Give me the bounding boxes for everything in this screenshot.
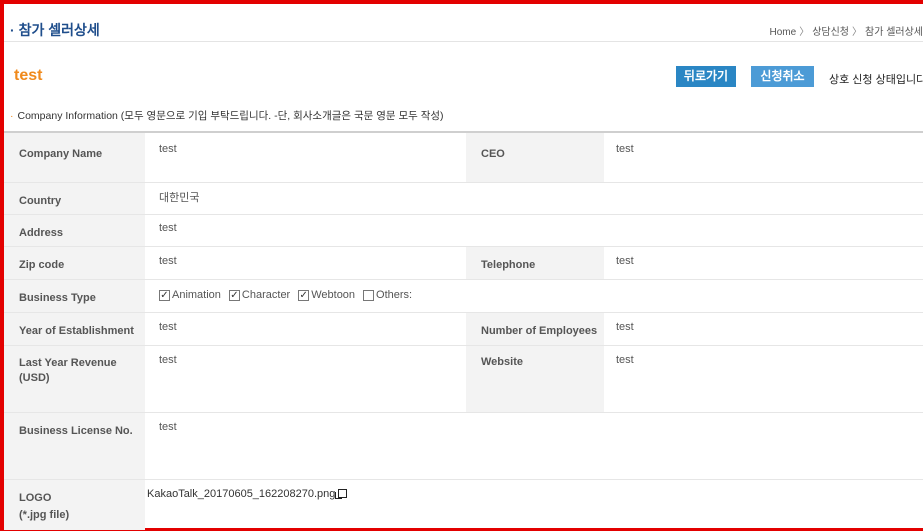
license-label: Business License No. xyxy=(4,413,145,479)
checkbox-unchecked-icon[interactable] xyxy=(363,289,375,301)
table-row: Year of Establishment test Number of Emp… xyxy=(4,313,923,346)
telephone-label: Telephone xyxy=(466,247,604,279)
checkbox-checked-icon[interactable]: ✓ xyxy=(159,289,170,301)
zip-code-value: test xyxy=(159,255,177,267)
company-info-table: Company Name test CEO test Country 대한민국 … xyxy=(4,131,923,530)
option-webtoon[interactable]: ✓ Webtoon xyxy=(298,289,355,301)
table-row: Country 대한민국 xyxy=(4,183,923,215)
website-value: test xyxy=(616,354,634,366)
country-value: 대한민국 xyxy=(159,192,200,204)
bullet-icon: · xyxy=(10,110,14,122)
page-title: · 참가 셀러상세 xyxy=(10,22,100,38)
option-animation[interactable]: ✓ Animation xyxy=(159,289,221,301)
breadcrumb-consult[interactable]: 상담신청 xyxy=(812,27,849,38)
address-label: Address xyxy=(4,215,145,246)
website-label: Website xyxy=(466,346,604,412)
breadcrumb-separator-icon: 〉 xyxy=(799,27,810,38)
breadcrumb: Home 〉 상담신청 〉 참가 셀러상세 xyxy=(770,23,923,38)
logo-label: LOGO (*.jpg file) xyxy=(4,480,145,530)
revenue-value: test xyxy=(159,354,177,366)
ceo-value: test xyxy=(616,143,634,155)
company-name-value: test xyxy=(159,143,177,155)
country-label: Country xyxy=(4,183,145,214)
breadcrumb-home[interactable]: Home xyxy=(770,27,797,38)
status-text: 상호 신청 상태입니다. xyxy=(829,74,923,86)
year-established-label: Year of Establishment xyxy=(4,313,145,345)
table-row: Business License No. test xyxy=(4,413,923,480)
logo-file-link[interactable]: KakaoTalk_20170605_162208270.png xyxy=(147,488,335,500)
table-row: Zip code test Telephone test xyxy=(4,247,923,280)
business-type-label: Business Type xyxy=(4,280,145,312)
address-value: test xyxy=(159,222,177,234)
employees-value: test xyxy=(616,321,634,333)
table-row: Business Type ✓ Animation ✓ Character ✓ Web… xyxy=(4,280,923,313)
license-value: test xyxy=(159,421,177,433)
back-button[interactable]: 뒤로가기 xyxy=(676,66,736,87)
revenue-label: Last Year Revenue (USD) xyxy=(4,346,145,412)
section-title: · Company Information (모두 영문으로 기입 부탁드립니다.… xyxy=(10,110,444,122)
zip-code-label: Zip code xyxy=(4,247,145,279)
table-row: Address test xyxy=(4,215,923,247)
checkbox-checked-icon[interactable]: ✓ xyxy=(298,289,310,301)
option-others[interactable]: Others: xyxy=(363,289,412,301)
company-name-label: Company Name xyxy=(4,133,145,182)
table-row: LOGO (*.jpg file) KakaoTalk_20170605_1622… xyxy=(4,480,923,530)
page-header: · 참가 셀러상세 Home 〉 상담신청 〉 참가 셀러상세 xyxy=(4,12,923,42)
logo-file-value: KakaoTalk_20170605_162208270.png xyxy=(147,488,348,500)
telephone-value: test xyxy=(616,255,634,267)
checkbox-checked-icon[interactable]: ✓ xyxy=(228,289,240,301)
option-character[interactable]: ✓ Character xyxy=(228,289,290,301)
employees-label: Number of Employees xyxy=(466,313,604,345)
breadcrumb-current: 참가 셀러상세 xyxy=(865,27,923,38)
table-row: Last Year Revenue (USD) test Website tes… xyxy=(4,346,923,413)
copy-icon[interactable] xyxy=(335,489,348,499)
table-row: Company Name test CEO test xyxy=(4,133,923,183)
ceo-label: CEO xyxy=(466,133,604,182)
business-type-options: ✓ Animation ✓ Character ✓ Webtoon Others: xyxy=(159,289,412,301)
year-established-value: test xyxy=(159,321,177,333)
breadcrumb-separator-icon: 〉 xyxy=(852,27,863,38)
cancel-application-button[interactable]: 신청취소 xyxy=(751,66,814,87)
seller-name: test xyxy=(14,67,43,84)
